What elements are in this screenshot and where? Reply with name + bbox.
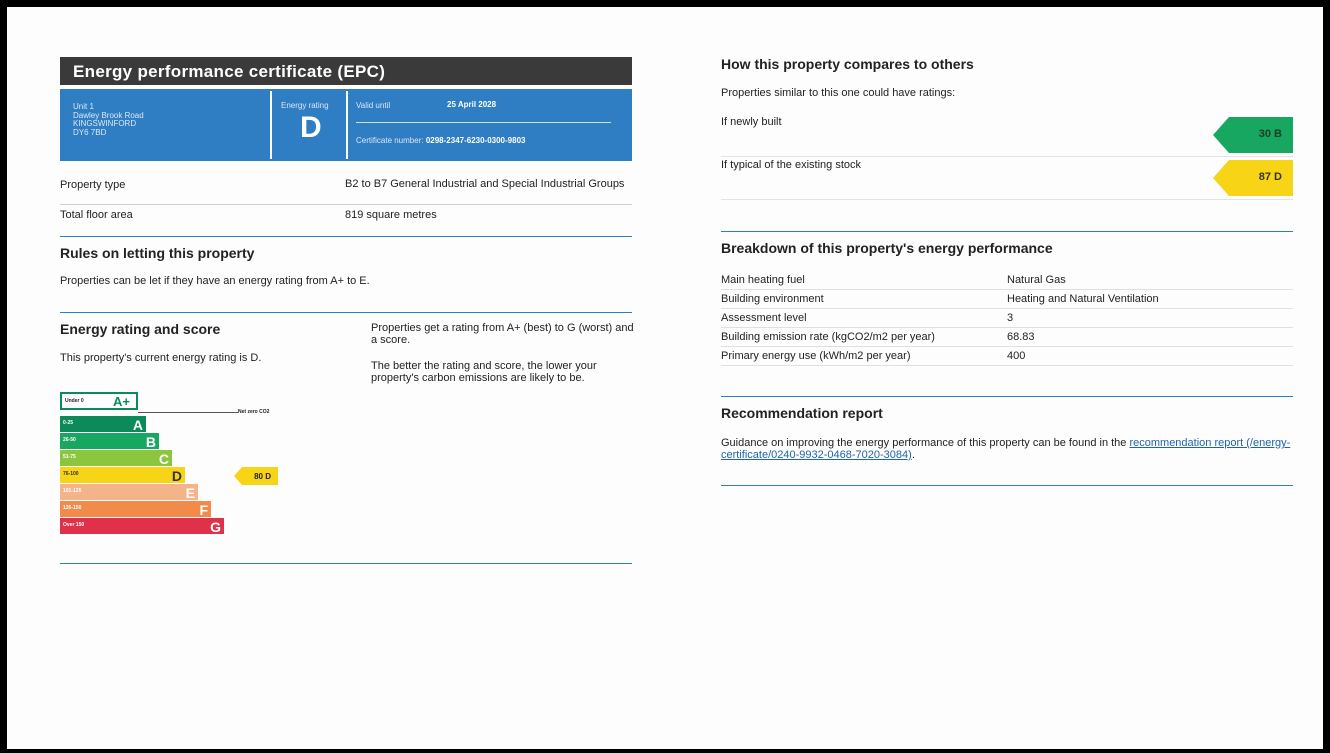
band-d: 76-100 D [60, 467, 185, 484]
band-letter: D [171, 468, 182, 484]
current-rating-text: This property's current energy rating is… [60, 352, 262, 364]
rating-heading: Energy rating and score [60, 321, 221, 337]
band-g: Over 150 G [60, 518, 224, 535]
valid-until-date: 25 April 2028 [447, 100, 497, 109]
band-letter: G [210, 519, 221, 535]
band-f: 126-150 F [60, 501, 211, 518]
breakdown-heading: Breakdown of this property's energy perf… [721, 240, 1053, 256]
floor-area-label: Total floor area [60, 209, 133, 221]
breakdown-label: Primary energy use (kWh/m2 per year) [721, 350, 911, 362]
divider [721, 346, 1293, 347]
band-range: 0-25 [63, 420, 74, 426]
divider [721, 156, 1293, 157]
band-range: 51-75 [63, 454, 76, 460]
current-rating-marker: 80 D [234, 467, 278, 485]
divider [60, 312, 632, 313]
divider [721, 365, 1293, 366]
energy-rating-label: Energy rating [281, 101, 329, 110]
band-letter: E [185, 485, 195, 501]
typical-stock-label: If typical of the existing stock [721, 159, 862, 171]
band-range: 101-125 [63, 488, 82, 494]
band-a: 0-25 A [60, 416, 146, 433]
band-letter: B [145, 434, 156, 450]
divider [721, 289, 1293, 290]
rules-text: Properties can be let if they have an en… [60, 275, 370, 287]
recommendation-body: Guidance on improving the energy perform… [721, 437, 1130, 449]
certificate-label: Certificate number: [356, 136, 424, 145]
rules-heading: Rules on letting this property [60, 245, 255, 261]
net-zero-label: Net zero CO2 [238, 409, 270, 415]
compare-intro: Properties similar to this one could hav… [721, 87, 956, 99]
band-range: 76-100 [63, 471, 79, 477]
breakdown-label: Building emission rate (kgCO2/m2 per yea… [721, 331, 935, 343]
address-line: DY6 7BD [73, 127, 107, 137]
band-range: 126-150 [63, 505, 82, 511]
property-address: Unit 1 Dawley Brook Road KINGSWINFORD DY… [73, 102, 144, 137]
divider [356, 122, 611, 123]
band-letter: A+ [113, 394, 130, 409]
band-range: Under 0 [65, 398, 84, 404]
property-type-label: Property type [60, 179, 126, 191]
compare-heading: How this property compares to others [721, 56, 974, 72]
band-a-plus: Under 0 A+ [60, 392, 138, 410]
band-range: Over 150 [63, 522, 85, 528]
energy-rating-letter: D [300, 111, 322, 144]
breakdown-value: 400 [1007, 350, 1026, 362]
divider [346, 91, 348, 159]
recommendation-text: Guidance on improving the energy perform… [721, 437, 1293, 461]
divider [60, 204, 632, 205]
breakdown-value: Natural Gas [1007, 274, 1066, 286]
rating-explanation: Properties get a rating from A+ (best) t… [371, 322, 634, 346]
band-e: 101-125 E [60, 484, 198, 501]
band-b: 26-50 B [60, 433, 159, 450]
newly-built-rating: 30 B [1213, 117, 1293, 153]
page-title: Energy performance certificate (EPC) [60, 57, 632, 85]
certificate-page: Energy performance certificate (EPC) Uni… [7, 7, 1323, 749]
recommendation-heading: Recommendation report [721, 405, 883, 421]
divider [721, 231, 1293, 232]
typical-stock-rating: 87 D [1213, 160, 1293, 196]
valid-until-label: Valid until [356, 101, 391, 110]
divider [60, 563, 632, 564]
breakdown-value: 3 [1007, 312, 1014, 324]
breakdown-label: Main heating fuel [721, 274, 805, 286]
net-zero-line [138, 412, 238, 413]
band-letter: A [132, 417, 143, 433]
breakdown-value: Heating and Natural Ventilation [1007, 293, 1159, 305]
divider [721, 485, 1293, 486]
certificate-value: 0298-2347-6230-0300-9803 [425, 136, 526, 145]
breakdown-label: Assessment level [721, 312, 807, 324]
band-letter: C [158, 451, 169, 467]
band-c: 51-75 C [60, 450, 172, 467]
band-letter: F [199, 502, 208, 518]
divider [721, 396, 1293, 397]
recommendation-end: . [911, 449, 915, 461]
divider [60, 236, 632, 237]
newly-built-label: If newly built [721, 116, 782, 128]
band-range: 26-50 [63, 437, 76, 443]
breakdown-value: 68.83 [1007, 331, 1035, 343]
summary-panel: Unit 1 Dawley Brook Road KINGSWINFORD DY… [60, 89, 632, 161]
divider [721, 327, 1293, 328]
certificate-number: Certificate number: 0298-2347-6230-0300-… [356, 136, 525, 145]
divider [270, 91, 272, 159]
floor-area-value: 819 square metres [345, 209, 437, 221]
divider [721, 308, 1293, 309]
breakdown-label: Building environment [721, 293, 824, 305]
divider [721, 199, 1293, 200]
rating-explanation: The better the rating and score, the low… [371, 360, 597, 384]
property-type-value: B2 to B7 General Industrial and Special … [345, 178, 625, 190]
